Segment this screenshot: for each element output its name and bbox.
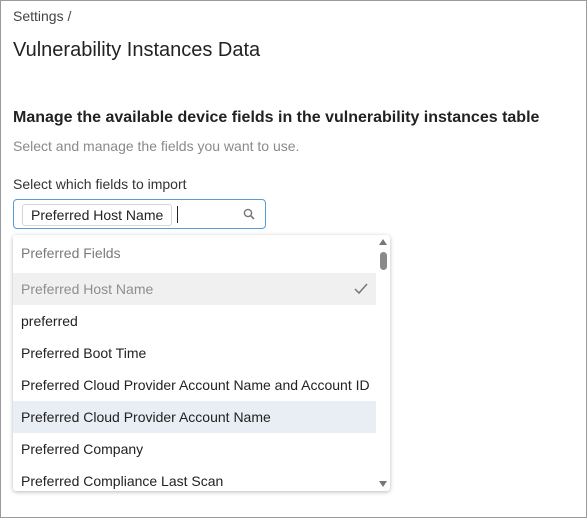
- section-title: Manage the available device fields in th…: [13, 109, 540, 126]
- option-label: Preferred Cloud Provider Account Name: [21, 409, 271, 425]
- option-label: preferred: [21, 313, 78, 329]
- option-preferred-boot-time[interactable]: Preferred Boot Time: [13, 337, 376, 369]
- option-preferred[interactable]: preferred: [13, 305, 376, 337]
- check-icon: [354, 283, 368, 295]
- dropdown-scrollbar[interactable]: [376, 235, 390, 491]
- selected-field-chip[interactable]: Preferred Host Name: [22, 204, 173, 226]
- import-fields-label: Select which fields to import: [13, 176, 187, 192]
- option-label: Preferred Compliance Last Scan: [21, 473, 224, 489]
- option-preferred-host-name[interactable]: Preferred Host Name: [13, 273, 376, 305]
- settings-panel: Settings / Vulnerability Instances Data …: [0, 0, 587, 518]
- chevron-down-icon[interactable]: [379, 481, 387, 487]
- option-preferred-compliance-last-scan[interactable]: Preferred Compliance Last Scan: [13, 465, 376, 491]
- fields-dropdown: Preferred Fields Preferred Host Name pre…: [13, 235, 390, 491]
- breadcrumb[interactable]: Settings /: [13, 8, 71, 24]
- page-title: Vulnerability Instances Data: [13, 39, 261, 61]
- option-label: Preferred Host Name: [21, 281, 154, 297]
- search-icon: [243, 208, 255, 220]
- option-label: Preferred Boot Time: [21, 345, 147, 361]
- option-preferred-company[interactable]: Preferred Company: [13, 433, 376, 465]
- import-fields-select[interactable]: Preferred Host Name: [13, 199, 266, 229]
- scroll-thumb[interactable]: [380, 252, 387, 270]
- section-subtitle: Select and manage the fields you want to…: [13, 138, 300, 154]
- option-preferred-cloud-provider-account-name-and-id[interactable]: Preferred Cloud Provider Account Name an…: [13, 369, 376, 401]
- option-label: Preferred Cloud Provider Account Name an…: [21, 377, 370, 393]
- chevron-up-icon[interactable]: [379, 239, 387, 245]
- text-cursor: [177, 206, 178, 223]
- option-preferred-cloud-provider-account-name[interactable]: Preferred Cloud Provider Account Name: [13, 401, 376, 433]
- option-label: Preferred Company: [21, 441, 144, 457]
- group-label: Preferred Fields: [21, 245, 121, 261]
